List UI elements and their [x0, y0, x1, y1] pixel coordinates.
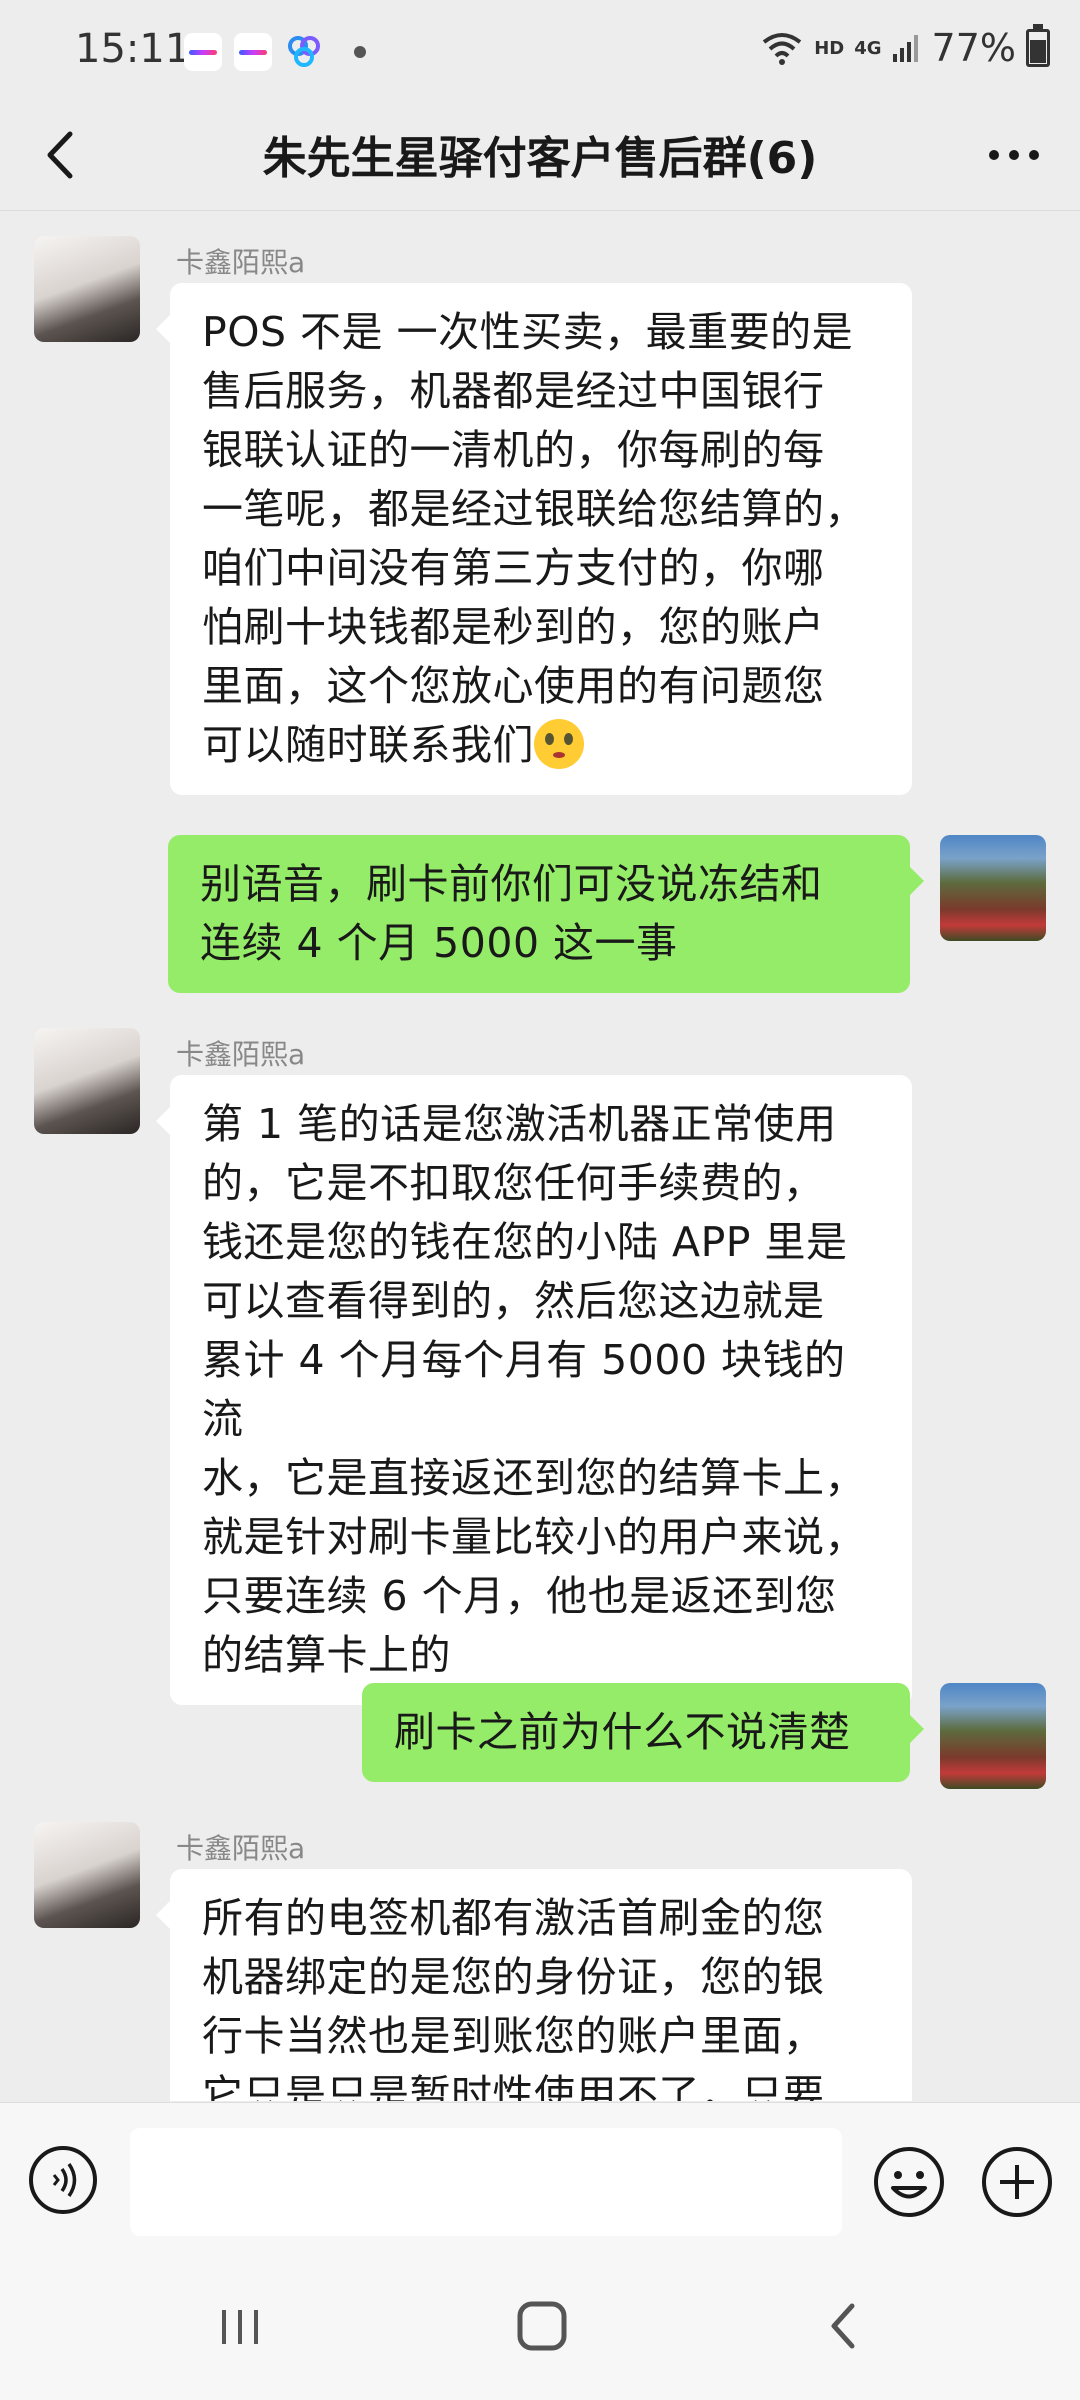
- message-list[interactable]: 卡鑫陌熙a POS 不是 一次性买卖，最重要的是 售后服务，机器都是经过中国银行…: [0, 211, 1080, 2101]
- sender-avatar[interactable]: [34, 1028, 140, 1134]
- sender-name: 卡鑫陌熙a: [176, 1832, 306, 1865]
- system-nav-bar: [0, 2252, 1080, 2400]
- app-icon-2: [234, 33, 272, 71]
- message-bubble-received[interactable]: 所有的电签机都有激活首刷金的您 机器绑定的是您的身份证，您的银 行卡当然也是到账…: [156, 1869, 912, 2101]
- message-line: POS 不是 一次性买卖，最重要的是: [202, 308, 854, 356]
- sender-avatar[interactable]: [34, 236, 140, 342]
- message-line: 里面，这个您放心使用的有问题您: [202, 662, 825, 710]
- sender-name: 卡鑫陌熙a: [176, 1038, 306, 1071]
- message-bubble-sent[interactable]: 刷卡之前为什么不说清楚: [362, 1683, 924, 1782]
- hd-label: HD: [814, 37, 845, 59]
- status-bar: 15:11 HD 4G 77%: [0, 0, 1080, 100]
- message-bubble-received[interactable]: 第 1 笔的话是您激活机器正常使用 的，它是不扣取您任何手续费的， 钱还是您的钱…: [156, 1075, 912, 1705]
- message-line: 就是针对刷卡量比较小的用户来说，: [202, 1513, 866, 1561]
- app-icon-1: [184, 33, 222, 71]
- battery-icon: [1026, 24, 1050, 67]
- message-line: 的结算卡上的: [202, 1631, 451, 1679]
- message-line: 它只是只是暂时性使用不了，只要: [202, 2071, 825, 2101]
- message-line: 售后服务，机器都是经过中国银行: [202, 367, 825, 415]
- system-status: HD 4G 77%: [760, 24, 1050, 70]
- message-line: 水，它是直接返还到您的结算卡上，: [202, 1454, 866, 1502]
- message-line: 咱们中间没有第三方支付的，你哪: [202, 544, 825, 592]
- voice-icon[interactable]: [28, 2145, 98, 2215]
- signal-icon: [892, 35, 918, 62]
- sender-name: 卡鑫陌熙a: [176, 246, 306, 279]
- back-nav-icon[interactable]: [814, 2296, 874, 2356]
- plus-icon[interactable]: [980, 2145, 1054, 2219]
- sender-avatar[interactable]: [34, 1822, 140, 1928]
- status-time: 15:11: [75, 26, 191, 72]
- network-type-label: 4G: [854, 37, 882, 59]
- emoji-icon[interactable]: [872, 2145, 946, 2219]
- message-line: 行卡当然也是到账您的账户里面，: [202, 2012, 825, 2060]
- notification-icons: [184, 32, 366, 72]
- back-icon[interactable]: [28, 120, 98, 190]
- message-line: 可以查看得到的，然后您这边就是: [202, 1277, 825, 1325]
- my-avatar[interactable]: [940, 835, 1046, 941]
- battery-percent: 77%: [931, 26, 1016, 70]
- chat-header: 朱先生星驿付客户售后群(6): [0, 100, 1080, 211]
- message-line: 只要连续 6 个月，他也是返还到您: [202, 1572, 837, 1620]
- message-line: 一笔呢，都是经过银联给您结算的，: [202, 485, 866, 533]
- message-line: 机器绑定的是您的身份证，您的银: [202, 1953, 825, 2001]
- message-line: 所有的电签机都有激活首刷金的您: [202, 1894, 825, 1942]
- cloud-icon: [288, 36, 320, 67]
- more-icon[interactable]: [974, 120, 1054, 190]
- flushed-face-emoji: [534, 719, 584, 769]
- message-line: 连续 4 个月 5000 这一事: [200, 919, 678, 967]
- message-line: 钱还是您的钱在您的小陆 APP 里是: [202, 1218, 848, 1266]
- message-line: 可以随时联系我们: [202, 721, 534, 769]
- message-line: 刷卡之前为什么不说清楚: [394, 1708, 851, 1756]
- chat-title: 朱先生星驿付客户售后群(6): [262, 133, 818, 184]
- recent-apps-icon[interactable]: [210, 2296, 270, 2356]
- message-line: 累计 4 个月每个月有 5000 块钱的流: [202, 1336, 846, 1443]
- message-input[interactable]: [130, 2128, 842, 2236]
- message-line: 第 1 笔的话是您激活机器正常使用: [202, 1100, 837, 1148]
- wifi-icon: [762, 33, 802, 65]
- message-line: 别语音，刷卡前你们可没说冻结和: [200, 860, 823, 908]
- my-avatar[interactable]: [940, 1683, 1046, 1789]
- message-line: 的，它是不扣取您任何手续费的，: [202, 1159, 825, 1207]
- home-icon[interactable]: [512, 2296, 572, 2356]
- message-bubble-received[interactable]: POS 不是 一次性买卖，最重要的是 售后服务，机器都是经过中国银行 银联认证的…: [156, 283, 912, 795]
- message-line: 怕刷十块钱都是秒到的，您的账户: [202, 603, 825, 651]
- message-line: 银联认证的一清机的，你每刷的每: [202, 426, 825, 474]
- message-bubble-sent[interactable]: 别语音，刷卡前你们可没说冻结和 连续 4 个月 5000 这一事: [168, 835, 924, 993]
- more-notifications-dot: [354, 46, 366, 58]
- input-bar: [0, 2102, 1080, 2253]
